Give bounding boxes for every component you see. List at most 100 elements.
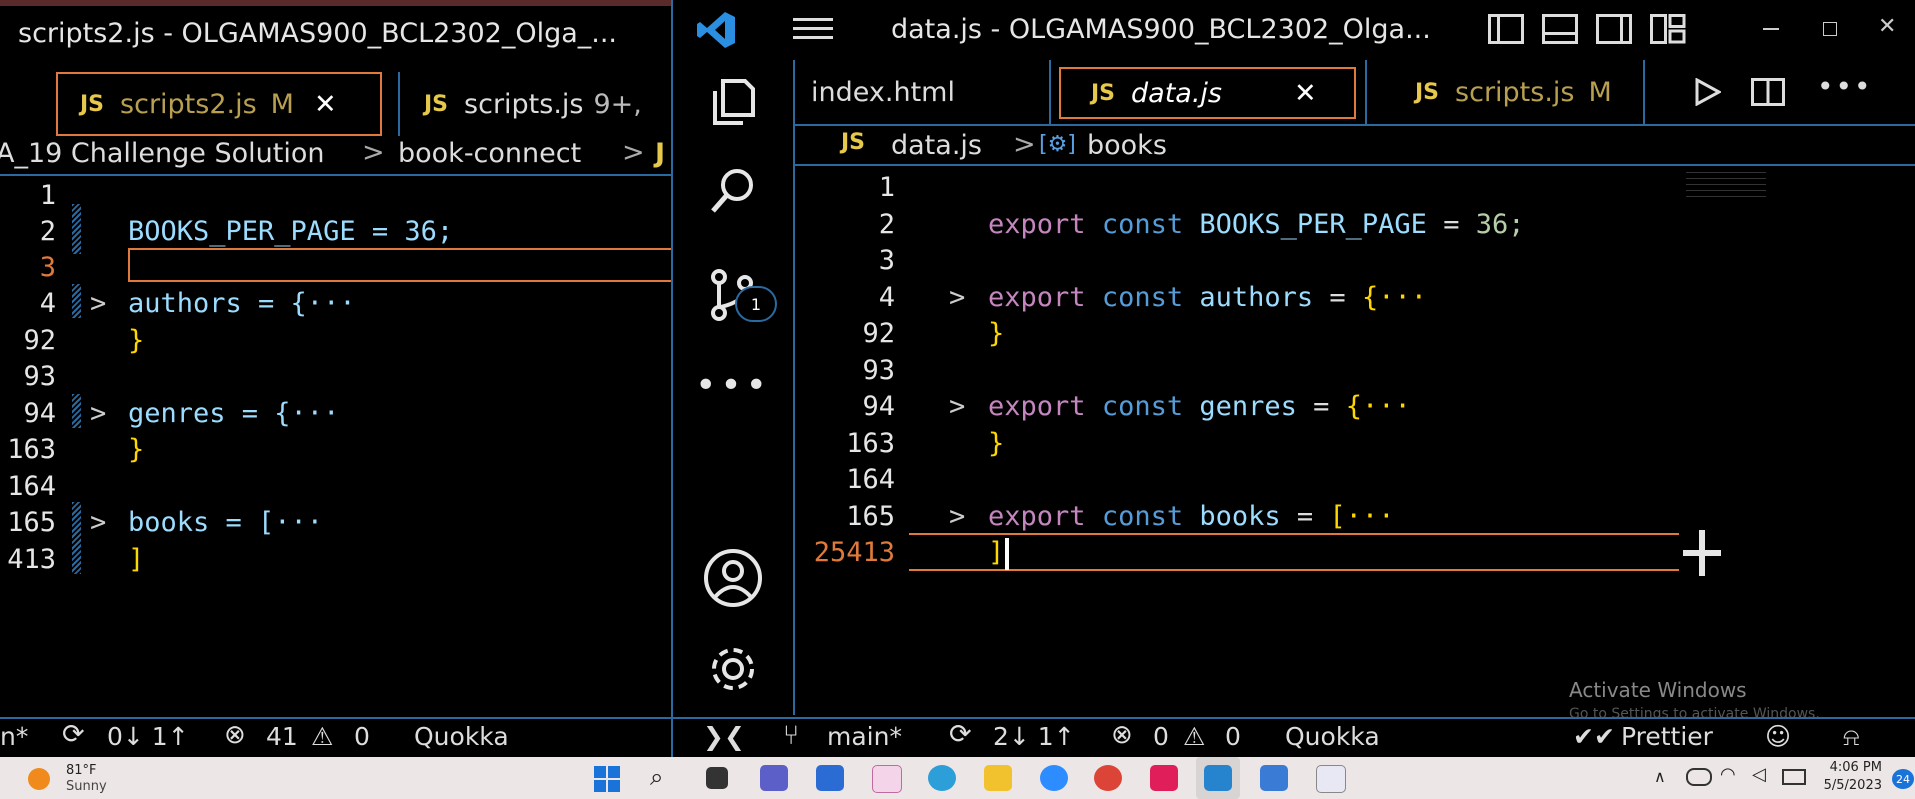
onedrive-icon[interactable]	[1686, 768, 1712, 786]
status-sync[interactable]: 0↓ 1↑	[107, 722, 189, 751]
close-icon[interactable]: ✕	[314, 89, 337, 120]
fold-chevron-icon[interactable]: >	[90, 507, 106, 538]
accounts-icon[interactable]	[698, 543, 768, 613]
keyword: export	[988, 501, 1086, 532]
tab-scripts-js[interactable]: JS scripts.js M	[1365, 60, 1645, 124]
customize-layout-icon[interactable]	[1650, 14, 1686, 44]
left-code-editor[interactable]: 1 2 3 4 92 93 94 163 164 165 413 > > > B…	[0, 176, 671, 716]
run-icon[interactable]	[1693, 77, 1723, 110]
tab-data-js[interactable]: JS data.js ✕	[1059, 67, 1356, 119]
status-sync[interactable]: 2↓ 1↑	[993, 722, 1075, 751]
status-warnings[interactable]: 0	[1225, 722, 1241, 751]
snipping-tool-icon[interactable]	[1316, 765, 1346, 793]
line-number: 3	[39, 252, 56, 283]
start-icon[interactable]	[594, 766, 620, 792]
toggle-panel-icon[interactable]	[1542, 14, 1578, 44]
value: {···	[1361, 282, 1427, 313]
fold-chevron-icon[interactable]: >	[90, 288, 106, 319]
sun-icon[interactable]	[28, 768, 50, 790]
warning-icon[interactable]: ⚠	[311, 722, 333, 751]
toggle-primary-sidebar-icon[interactable]	[1488, 14, 1524, 44]
toggle-secondary-sidebar-icon[interactable]	[1596, 14, 1632, 44]
split-editor-icon[interactable]	[1751, 78, 1785, 110]
gutter-change-marker	[72, 284, 81, 318]
keyword: export	[988, 391, 1086, 422]
code-line: }	[128, 434, 145, 465]
clock-time[interactable]: 4:06 PM	[1826, 760, 1882, 775]
maximize-icon[interactable]	[1823, 22, 1837, 36]
sync-icon[interactable]: ⟳	[949, 719, 972, 750]
search-icon[interactable]	[698, 156, 768, 226]
weather-status[interactable]: Sunny	[66, 779, 107, 794]
breadcrumb-item[interactable]: data.js	[891, 130, 982, 161]
minimize-icon[interactable]	[1763, 28, 1779, 30]
status-branch[interactable]: main*	[827, 722, 902, 751]
branch-icon[interactable]: ⑂	[783, 720, 799, 751]
menu-icon[interactable]	[793, 16, 833, 42]
close-window-icon[interactable]: ✕	[1878, 14, 1896, 39]
more-actions-icon[interactable]: •••	[1817, 70, 1873, 103]
breadcrumb-item[interactable]: book-connect	[398, 138, 581, 169]
notification-badge[interactable]: 24	[1892, 769, 1914, 789]
store-icon[interactable]	[816, 765, 844, 791]
notepad-icon[interactable]	[1260, 765, 1288, 791]
bell-icon[interactable]: ⍾	[1843, 722, 1860, 752]
slack-icon[interactable]	[1150, 765, 1178, 791]
status-prettier[interactable]: Prettier	[1621, 722, 1713, 751]
teams-icon[interactable]	[760, 765, 788, 791]
chevron-up-icon[interactable]: ∧	[1654, 767, 1666, 786]
status-branch[interactable]: n*	[0, 722, 28, 751]
active-app-highlight	[1196, 757, 1240, 799]
warning-icon[interactable]: ⚠	[1183, 722, 1205, 751]
value: {···	[1345, 391, 1411, 422]
edge-icon[interactable]	[928, 765, 956, 791]
app-icon[interactable]	[872, 765, 902, 793]
error-icon[interactable]: ⊗	[224, 720, 246, 750]
chrome-icon[interactable]	[1094, 765, 1122, 791]
breadcrumb-item[interactable]: books	[1087, 130, 1167, 161]
status-errors[interactable]: 41	[266, 722, 298, 751]
more-icon[interactable]: •••	[695, 350, 768, 420]
zoom-icon[interactable]	[1040, 765, 1068, 791]
fold-chevron-icon[interactable]: >	[949, 391, 965, 422]
remote-icon[interactable]: ❯❮	[703, 722, 745, 751]
line-number: 165	[7, 507, 56, 538]
status-quokka[interactable]: Quokka	[1285, 722, 1380, 751]
explorer-icon[interactable]	[698, 66, 768, 136]
tab-scripts-js[interactable]: JS scripts.js 9+,	[398, 72, 671, 136]
js-file-icon: JS	[424, 91, 449, 117]
check-all-icon[interactable]: ✔✔	[1573, 722, 1615, 751]
right-code-editor[interactable]: 1 2 3 4 92 93 94 163 164 165 25413 > > >…	[795, 166, 1915, 718]
error-icon[interactable]: ⊗	[1111, 720, 1133, 750]
search-icon[interactable]: ⌕	[650, 763, 663, 791]
line-number: 165	[846, 501, 895, 532]
code-line: genres = {···	[128, 398, 340, 429]
operator: =	[1280, 501, 1330, 532]
fold-chevron-icon[interactable]: >	[90, 398, 106, 429]
close-icon[interactable]: ✕	[1294, 78, 1317, 109]
status-quokka[interactable]: Quokka	[414, 722, 509, 751]
battery-icon[interactable]	[1782, 769, 1806, 785]
weather-temp[interactable]: 81°F	[66, 763, 97, 778]
status-warnings[interactable]: 0	[354, 722, 370, 751]
tab-scripts2-js[interactable]: JS scripts2.js M ✕	[56, 72, 382, 136]
tab-index-html[interactable]: index.html	[795, 60, 1051, 124]
fold-chevron-icon[interactable]: >	[949, 282, 965, 313]
settings-gear-icon[interactable]	[698, 634, 768, 704]
file-explorer-icon[interactable]	[984, 765, 1012, 791]
volume-icon[interactable]: ◁	[1752, 764, 1766, 785]
clock-date[interactable]: 5/5/2023	[1818, 778, 1882, 793]
status-errors[interactable]: 0	[1153, 722, 1169, 751]
breadcrumb-item[interactable]: J	[655, 138, 665, 169]
modified-badge: M	[270, 88, 294, 120]
fold-chevron-icon[interactable]: >	[949, 501, 965, 532]
feedback-icon[interactable]: ☺	[1765, 722, 1791, 751]
code-line: books = [···	[128, 507, 324, 538]
task-view-icon[interactable]	[706, 767, 728, 789]
sync-icon[interactable]: ⟳	[62, 719, 85, 750]
wifi-icon[interactable]: ◠	[1720, 764, 1736, 785]
scrollbar-indicator[interactable]	[1683, 530, 1723, 576]
left-editor-window: scripts2.js - OLGAMAS900_BCL2302_Olga_..…	[0, 0, 671, 757]
breadcrumb-item[interactable]: A_19 Challenge Solution	[0, 138, 324, 169]
minimap[interactable]	[1686, 172, 1766, 202]
